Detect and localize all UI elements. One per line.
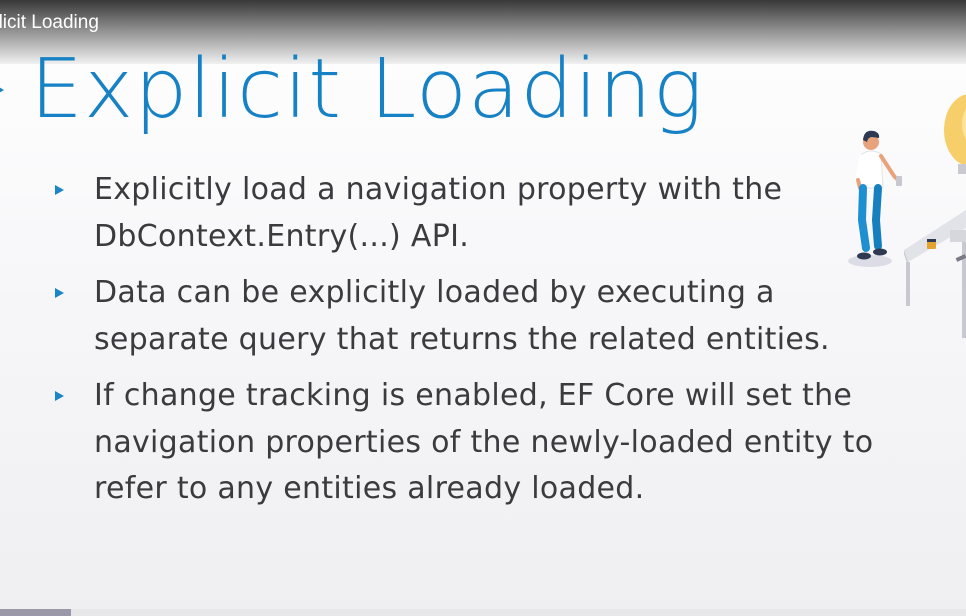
desk-icon — [904, 210, 966, 338]
video-title: plicit Loading — [0, 12, 99, 33]
bullet-list: Explicitly load a navigation property wi… — [52, 167, 902, 523]
bullet-arrow-icon — [55, 185, 64, 195]
bullet-arrow-icon — [55, 288, 64, 298]
slide-title: Explicit Loading — [30, 42, 704, 137]
bullet-item: Explicitly load a navigation property wi… — [52, 167, 902, 260]
person-icon — [848, 130, 902, 267]
bullet-item: If change tracking is enabled, EF Core w… — [52, 373, 902, 513]
person-at-desk-illustration — [848, 94, 966, 338]
bullet-text: Data can be explicitly loaded by executi… — [94, 275, 830, 357]
bullet-arrow-icon — [55, 391, 64, 401]
slide: plicit Loading Explicit Loading Explicit… — [0, 0, 966, 616]
bullet-item: Data can be explicitly loaded by executi… — [52, 270, 902, 363]
bullet-text: If change tracking is enabled, EF Core w… — [94, 378, 874, 506]
title-bullet-icon — [0, 83, 4, 97]
video-progress-bar[interactable] — [0, 609, 966, 616]
lightbulb-icon — [944, 94, 966, 174]
video-progress-fill — [0, 609, 72, 616]
bullet-text: Explicitly load a navigation property wi… — [94, 172, 783, 254]
